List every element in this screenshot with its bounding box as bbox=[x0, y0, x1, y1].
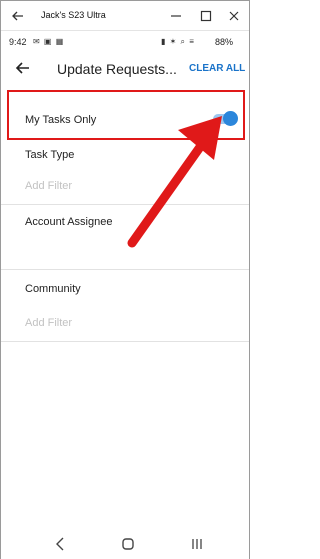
community-add-filter[interactable]: Add Filter bbox=[25, 317, 72, 329]
divider bbox=[1, 341, 249, 342]
status-time: 9:42 bbox=[9, 37, 27, 47]
divider bbox=[1, 204, 249, 205]
my-tasks-only-toggle[interactable] bbox=[213, 111, 238, 127]
back-arrow-icon[interactable] bbox=[11, 9, 25, 23]
device-mirror-window: Jack's S23 Ultra 9:42 ✉ ▣ ▦ ▮ ✶ ⌕ ≡ 88% … bbox=[0, 0, 250, 559]
community-label: Community bbox=[25, 283, 81, 295]
task-type-add-filter[interactable]: Add Filter bbox=[25, 180, 72, 192]
status-bar: 9:42 ✉ ▣ ▦ ▮ ✶ ⌕ ≡ 88% bbox=[1, 32, 249, 52]
system-icons: ▮ ✶ ⌕ ≡ bbox=[161, 37, 195, 46]
nav-home-icon[interactable] bbox=[121, 537, 135, 551]
nav-back-icon[interactable] bbox=[54, 537, 66, 551]
clear-all-button[interactable]: CLEAR ALL bbox=[189, 63, 245, 74]
my-tasks-only-row[interactable]: My Tasks Only bbox=[7, 90, 245, 140]
back-arrow-icon[interactable] bbox=[15, 60, 31, 76]
notification-icons: ✉ ▣ ▦ bbox=[33, 37, 65, 46]
toggle-knob bbox=[223, 111, 238, 126]
divider bbox=[1, 269, 249, 270]
account-assignee-label: Account Assignee bbox=[25, 216, 113, 228]
window-titlebar: Jack's S23 Ultra bbox=[1, 1, 249, 31]
page-title: Update Requests... bbox=[57, 61, 177, 77]
my-tasks-only-label: My Tasks Only bbox=[25, 114, 97, 126]
app-header: Update Requests... CLEAR ALL bbox=[1, 52, 249, 86]
task-type-label: Task Type bbox=[25, 149, 75, 161]
nav-recents-icon[interactable] bbox=[190, 537, 204, 551]
maximize-icon[interactable] bbox=[199, 9, 213, 23]
minimize-icon[interactable] bbox=[169, 9, 183, 23]
window-title: Jack's S23 Ultra bbox=[41, 10, 106, 20]
close-icon[interactable] bbox=[227, 9, 241, 23]
navigation-bar bbox=[1, 529, 249, 559]
battery-level: 88% bbox=[215, 37, 234, 47]
